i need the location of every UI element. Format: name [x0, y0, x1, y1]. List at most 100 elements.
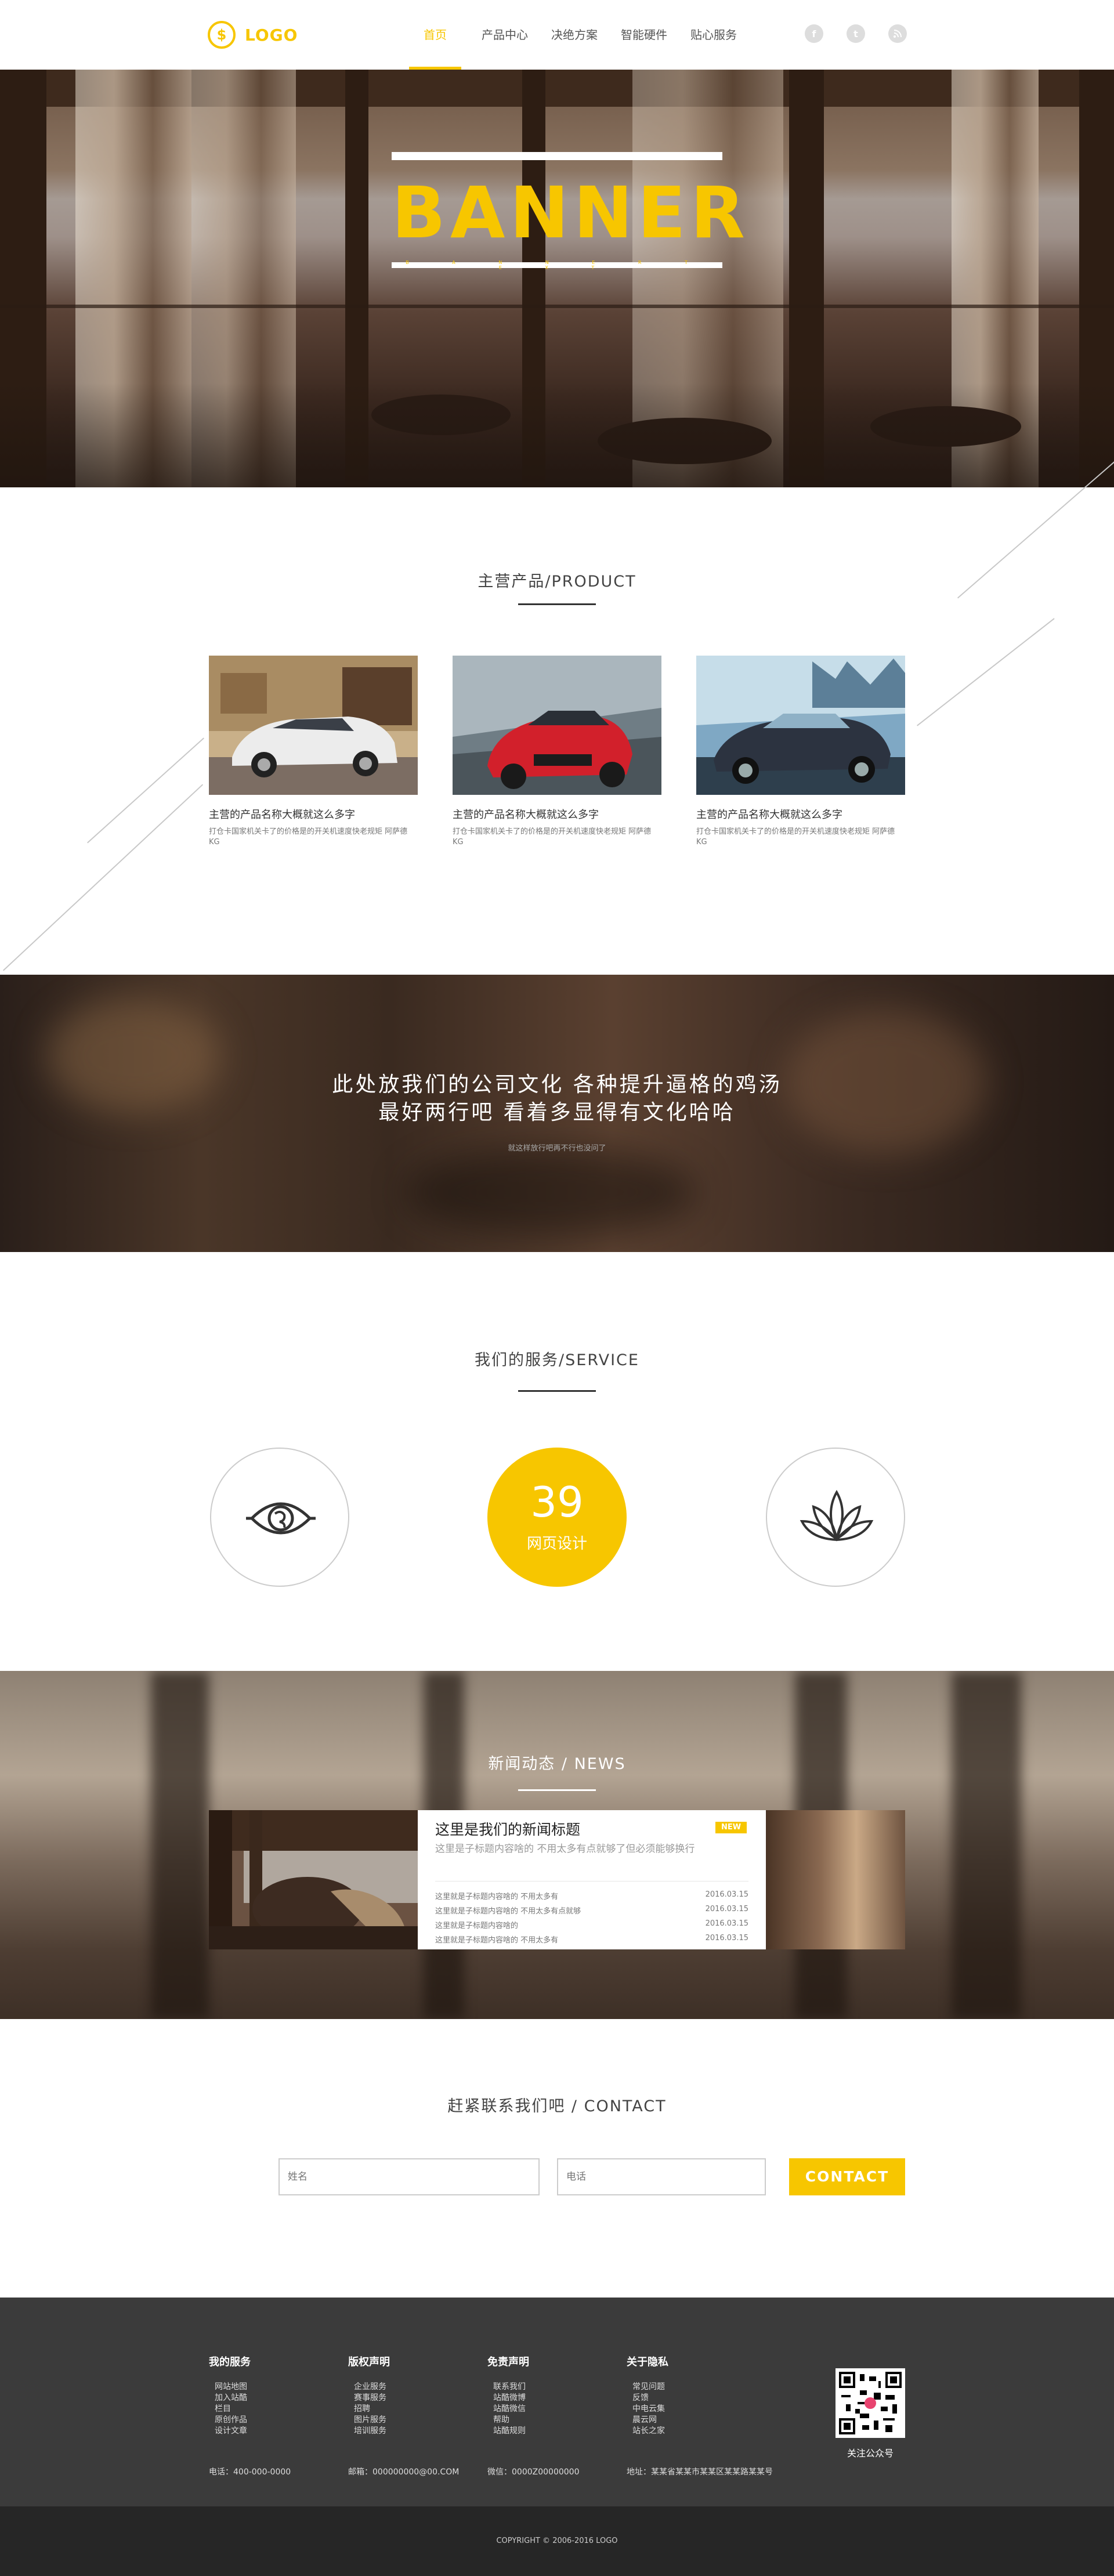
product-desc: 打仓卡国家机关卡了的价格是的开关机速度快老规矩 阿萨德KG [453, 827, 652, 846]
news-list-item[interactable]: 这里就是子标题内容啥的 不用太多有 2016.03.15 [435, 1890, 748, 1903]
banner-railing [0, 305, 1114, 308]
footer-link[interactable]: 站酷微博 [487, 2393, 603, 2404]
footer-link[interactable]: 晨云网 [627, 2415, 743, 2426]
decor-line [87, 737, 204, 844]
name-input[interactable] [278, 2158, 540, 2195]
main-nav: 首页 产品中心 决绝方案 智能硬件 贴心服务 [400, 0, 748, 70]
qr-code [836, 2368, 905, 2438]
footer-column-title: 版权声明 [348, 2356, 390, 2368]
footer-link[interactable]: 赛事服务 [348, 2393, 464, 2404]
footer-link[interactable]: 帮助 [487, 2415, 603, 2426]
footer-email: 邮箱：000000000@00.COM [348, 2468, 460, 2477]
logo[interactable]: $ LOGO [208, 20, 298, 50]
product-name[interactable]: 主营的产品名称大概就这么多字 [209, 806, 418, 822]
culture-line-2: 最好两行吧 看着多显得有文化哈哈 [378, 1101, 736, 1124]
footer-address: 地址：某某省某某市某某区某某路某某号 [627, 2468, 773, 2477]
decor-line [3, 784, 204, 971]
footer-link[interactable]: 培训服务 [348, 2426, 464, 2437]
news-item-date: 2016.03.15 [705, 1934, 748, 1942]
logo-text: LOGO [245, 25, 298, 45]
news-divider [435, 1881, 748, 1882]
footer-link[interactable]: 站酷微信 [487, 2404, 603, 2415]
product-desc: 打仓卡国家机关卡了的价格是的开关机速度快老规矩 阿萨德KG [209, 827, 408, 846]
news-list-item[interactable]: 这里就是子标题内容啥的 不用太多有 2016.03.15 [435, 1934, 748, 1947]
news-item-date: 2016.03.15 [705, 1890, 748, 1899]
culture-caption: 就这样放行吧再不行也没问了 [508, 1144, 606, 1153]
footer-link[interactable]: 企业服务 [348, 2382, 464, 2393]
footer-link[interactable]: 联系我们 [487, 2382, 603, 2393]
phone-input[interactable] [557, 2158, 766, 2195]
banner-title: BANNER [392, 172, 750, 254]
footer-link[interactable]: 加入站酷 [209, 2393, 325, 2404]
service-item-featured[interactable]: 39 网页设计 [487, 1448, 627, 1587]
new-badge: NEW [715, 1822, 747, 1833]
header: $ LOGO 首页 产品中心 决绝方案 智能硬件 贴心服务 f t [0, 0, 1114, 70]
footer-link[interactable]: 招聘 [348, 2404, 464, 2415]
copyright-text: COPYRIGHT © 2006-2016 LOGO [496, 2537, 618, 2545]
service-title: 我们的服务/SERVICE [475, 1351, 639, 1369]
footer-link[interactable]: 站长之家 [627, 2426, 743, 2437]
footer-link[interactable]: 网站地图 [209, 2382, 325, 2393]
facebook-icon[interactable]: f [805, 24, 823, 43]
footer-column: 免责声明 联系我们 站酷微博 站酷微信 帮助 站酷规则 [487, 2354, 603, 2437]
service-item[interactable] [210, 1448, 349, 1587]
footer-link[interactable]: 常见问题 [627, 2382, 743, 2393]
footer-link[interactable]: 栏目 [209, 2404, 325, 2415]
footer-link[interactable]: 中电云集 [627, 2404, 743, 2415]
footer-link[interactable]: 设计文章 [209, 2426, 325, 2437]
footer-link[interactable]: 站酷规则 [487, 2426, 603, 2437]
news-item-text: 这里就是子标题内容啥的 不用太多有 [435, 1893, 559, 1901]
nav-item-products[interactable]: 产品中心 [470, 0, 540, 70]
footer-wechat: 微信：0000Z00000000 [487, 2468, 580, 2477]
footer-column-title: 我的服务 [209, 2356, 251, 2368]
footer-column: 我的服务 网站地图 加入站酷 栏目 原创作品 设计文章 [209, 2354, 325, 2437]
product-image[interactable] [209, 656, 418, 795]
bokeh [406, 1149, 696, 1236]
footer-column: 版权声明 企业服务 赛事服务 招聘 图片服务 培训服务 [348, 2354, 464, 2437]
dollar-circle-icon: $ [208, 21, 236, 49]
news-title: 新闻动态 / NEWS [488, 1755, 626, 1773]
product-image[interactable] [696, 656, 905, 795]
nav-item-home[interactable]: 首页 [400, 0, 470, 70]
culture-line-1: 此处放我们的公司文化 各种提升逼格的鸡汤 [332, 1073, 782, 1097]
news-item-date: 2016.03.15 [705, 1905, 748, 1913]
news-item-text: 这里就是子标题内容啥的 [435, 1922, 519, 1930]
banner-subtitle: B A N N E R T E X T [406, 260, 708, 270]
products-title: 主营产品/PRODUCT [478, 573, 636, 591]
product-image[interactable] [453, 656, 661, 795]
contact-button[interactable]: CONTACT [789, 2158, 905, 2195]
service-number: 39 [530, 1478, 584, 1526]
product-name[interactable]: 主营的产品名称大概就这么多字 [453, 806, 661, 822]
service-item[interactable] [766, 1448, 905, 1587]
footer-link[interactable]: 反馈 [627, 2393, 743, 2404]
news-summary: 这里是子标题内容啥的 不用太多有点就够了但必须能够换行 [435, 1843, 695, 1855]
rss-icon[interactable] [888, 24, 907, 43]
products-title-underline [518, 603, 596, 605]
news-title-underline [518, 1789, 596, 1791]
footer-column-title: 免责声明 [487, 2356, 529, 2368]
product-desc: 打仓卡国家机关卡了的价格是的开关机速度快老规矩 阿萨德KG [696, 827, 895, 846]
footer-link[interactable]: 原创作品 [209, 2415, 325, 2426]
third-eye-icon [246, 1502, 316, 1535]
news-card[interactable]: 这里是我们的新闻标题 NEW 这里是子标题内容啥的 不用太多有点就够了但必须能够… [209, 1810, 905, 1949]
nav-item-hardware[interactable]: 智能硬件 [609, 0, 679, 70]
twitter-icon[interactable]: t [847, 24, 865, 43]
footer-column-title: 关于隐私 [627, 2356, 668, 2368]
bokeh-beam [151, 1671, 209, 2019]
news-item-text: 这里就是子标题内容啥的 不用太多有 [435, 1936, 559, 1945]
service-title-underline [518, 1390, 596, 1392]
news-item-text: 这里就是子标题内容啥的 不用太多有点就够 [435, 1907, 581, 1916]
news-image[interactable] [209, 1810, 418, 1949]
page: $ LOGO 首页 产品中心 决绝方案 智能硬件 贴心服务 f t BANNER… [0, 0, 1114, 2576]
news-list-item[interactable]: 这里就是子标题内容啥的 2016.03.15 [435, 1919, 748, 1932]
news-item-date: 2016.03.15 [705, 1919, 748, 1928]
news-headline[interactable]: 这里是我们的新闻标题 [435, 1818, 580, 1839]
product-name[interactable]: 主营的产品名称大概就这么多字 [696, 806, 905, 822]
nav-item-service[interactable]: 贴心服务 [679, 0, 748, 70]
nav-item-solutions[interactable]: 决绝方案 [540, 0, 609, 70]
hero-banner [0, 70, 1114, 487]
footer-link[interactable]: 图片服务 [348, 2415, 464, 2426]
news-list-item[interactable]: 这里就是子标题内容啥的 不用太多有点就够 2016.03.15 [435, 1905, 748, 1917]
service-label: 网页设计 [526, 1535, 587, 1553]
social-links: f t [805, 24, 907, 43]
